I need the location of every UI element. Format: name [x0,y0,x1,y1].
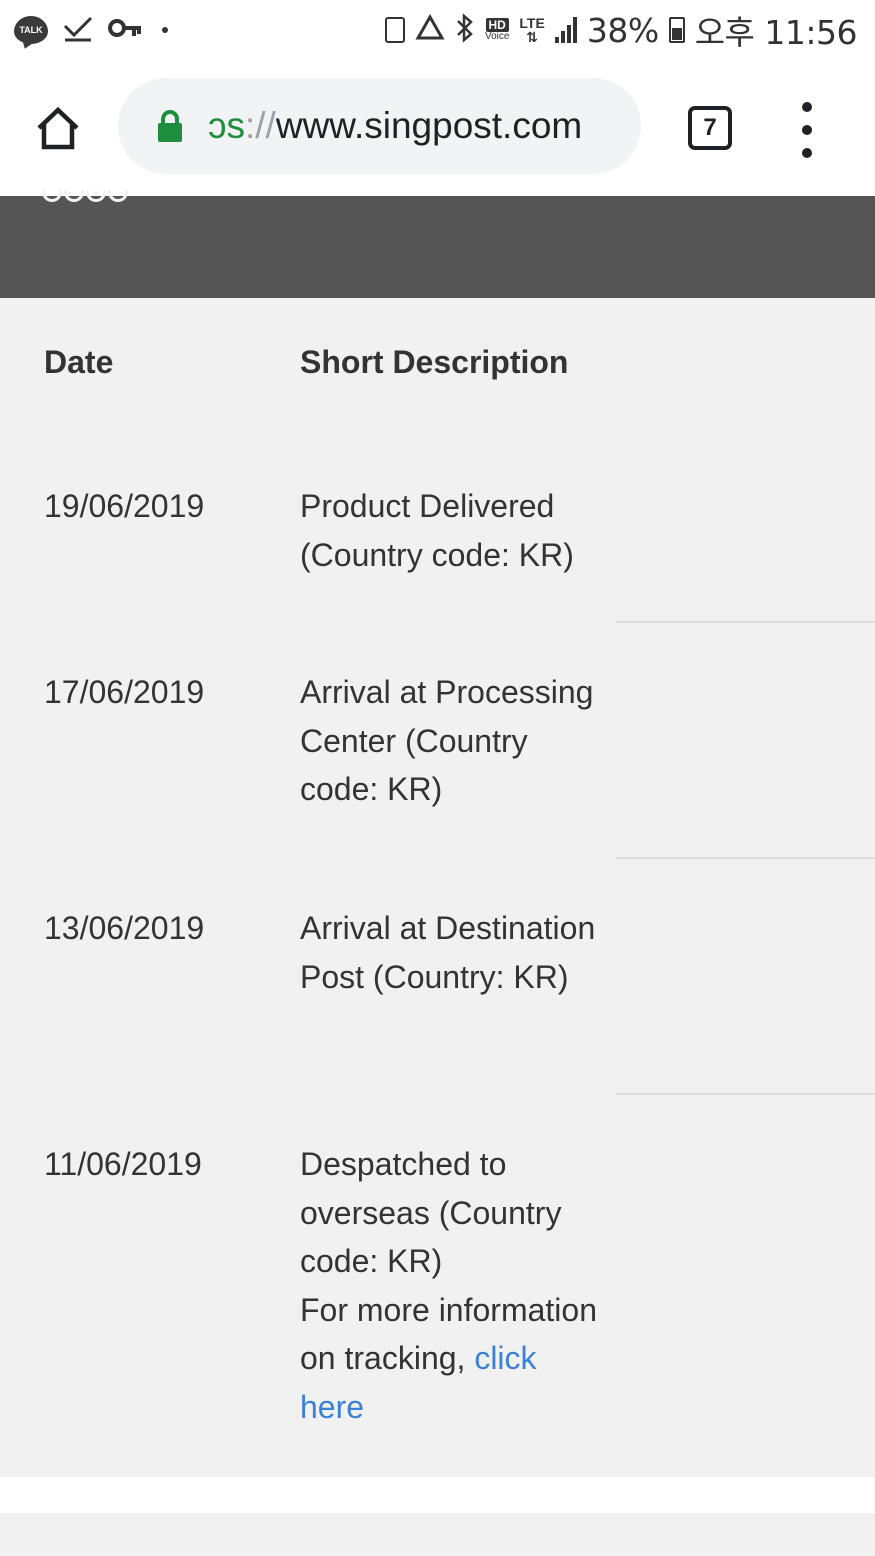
section-gap [0,1477,875,1513]
url-host: www.singpost.com [275,105,583,146]
row-description: Arrival at Processing Center (Country co… [300,674,594,807]
overflow-menu-button[interactable] [796,102,818,158]
lte-label: LTE [519,15,545,31]
tab-switcher-button[interactable]: 7 [688,106,732,150]
row-date: 11/06/2019 [44,1146,202,1182]
page-header-band [0,190,875,298]
notification-icons: TALK [14,10,168,50]
key-icon [108,17,142,44]
battery-percent: 38% [586,10,659,50]
row-divider [616,857,875,859]
row-date: 13/06/2019 [44,910,205,946]
row-divider [616,621,875,623]
check-icon [62,14,94,46]
dot-icon [162,27,168,33]
url-scheme: ɔs [208,105,245,146]
row-description: Despatched to overseas (Country code: KR… [300,1140,600,1431]
hd-label: HD [485,18,509,32]
menu-dot-icon [802,148,812,158]
address-bar[interactable]: ɔs://www.singpost.com [118,78,641,174]
row-description: Product Delivered (Country code: KR) [300,488,574,573]
row-description: Arrival at Destination Post (Country: KR… [300,910,596,995]
browser-toolbar: ɔs://www.singpost.com 7 [0,62,875,196]
signal-icon [554,17,577,43]
system-icons: HD Voice LTE ⇅ 38% 오후 11:56 [384,8,858,52]
battery-saver-icon [384,17,405,43]
url-separator: :// [245,105,276,146]
hd-voice-icon: HD Voice [485,18,509,42]
row-date: 19/06/2019 [44,488,205,524]
column-header-description: Short Description [300,344,569,380]
clock: 오후 11:56 [694,13,858,52]
bluetooth-icon [455,12,475,48]
tab-count-label: 7 [703,114,717,141]
menu-dot-icon [802,125,812,135]
lock-icon [156,109,184,148]
talk-badge-label: TALK [19,25,43,35]
home-button[interactable] [30,100,86,156]
battery-icon [668,17,685,43]
kakaotalk-icon: TALK [14,16,48,44]
menu-dot-icon [802,102,812,112]
row-divider [616,1093,875,1095]
progress-dots-icon [42,190,128,202]
voice-label: Voice [484,31,510,42]
tracking-table: Date Short Description 19/06/2019 Produc… [0,298,875,1477]
next-section [0,1513,875,1556]
tracking-info-text: For more information on tracking, [300,1291,597,1377]
recycle-icon [415,13,445,47]
row-date: 17/06/2019 [44,674,205,710]
url-text[interactable]: ɔs://www.singpost.com [208,104,628,148]
row-description-text: Despatched to overseas (Country code: KR… [300,1146,562,1279]
home-icon [37,106,79,150]
status-bar: TALK HD Voice LTE ⇅ 38% 오후 11:56 [0,0,875,62]
lte-icon: LTE ⇅ [519,15,545,45]
column-header-date: Date [44,344,114,380]
